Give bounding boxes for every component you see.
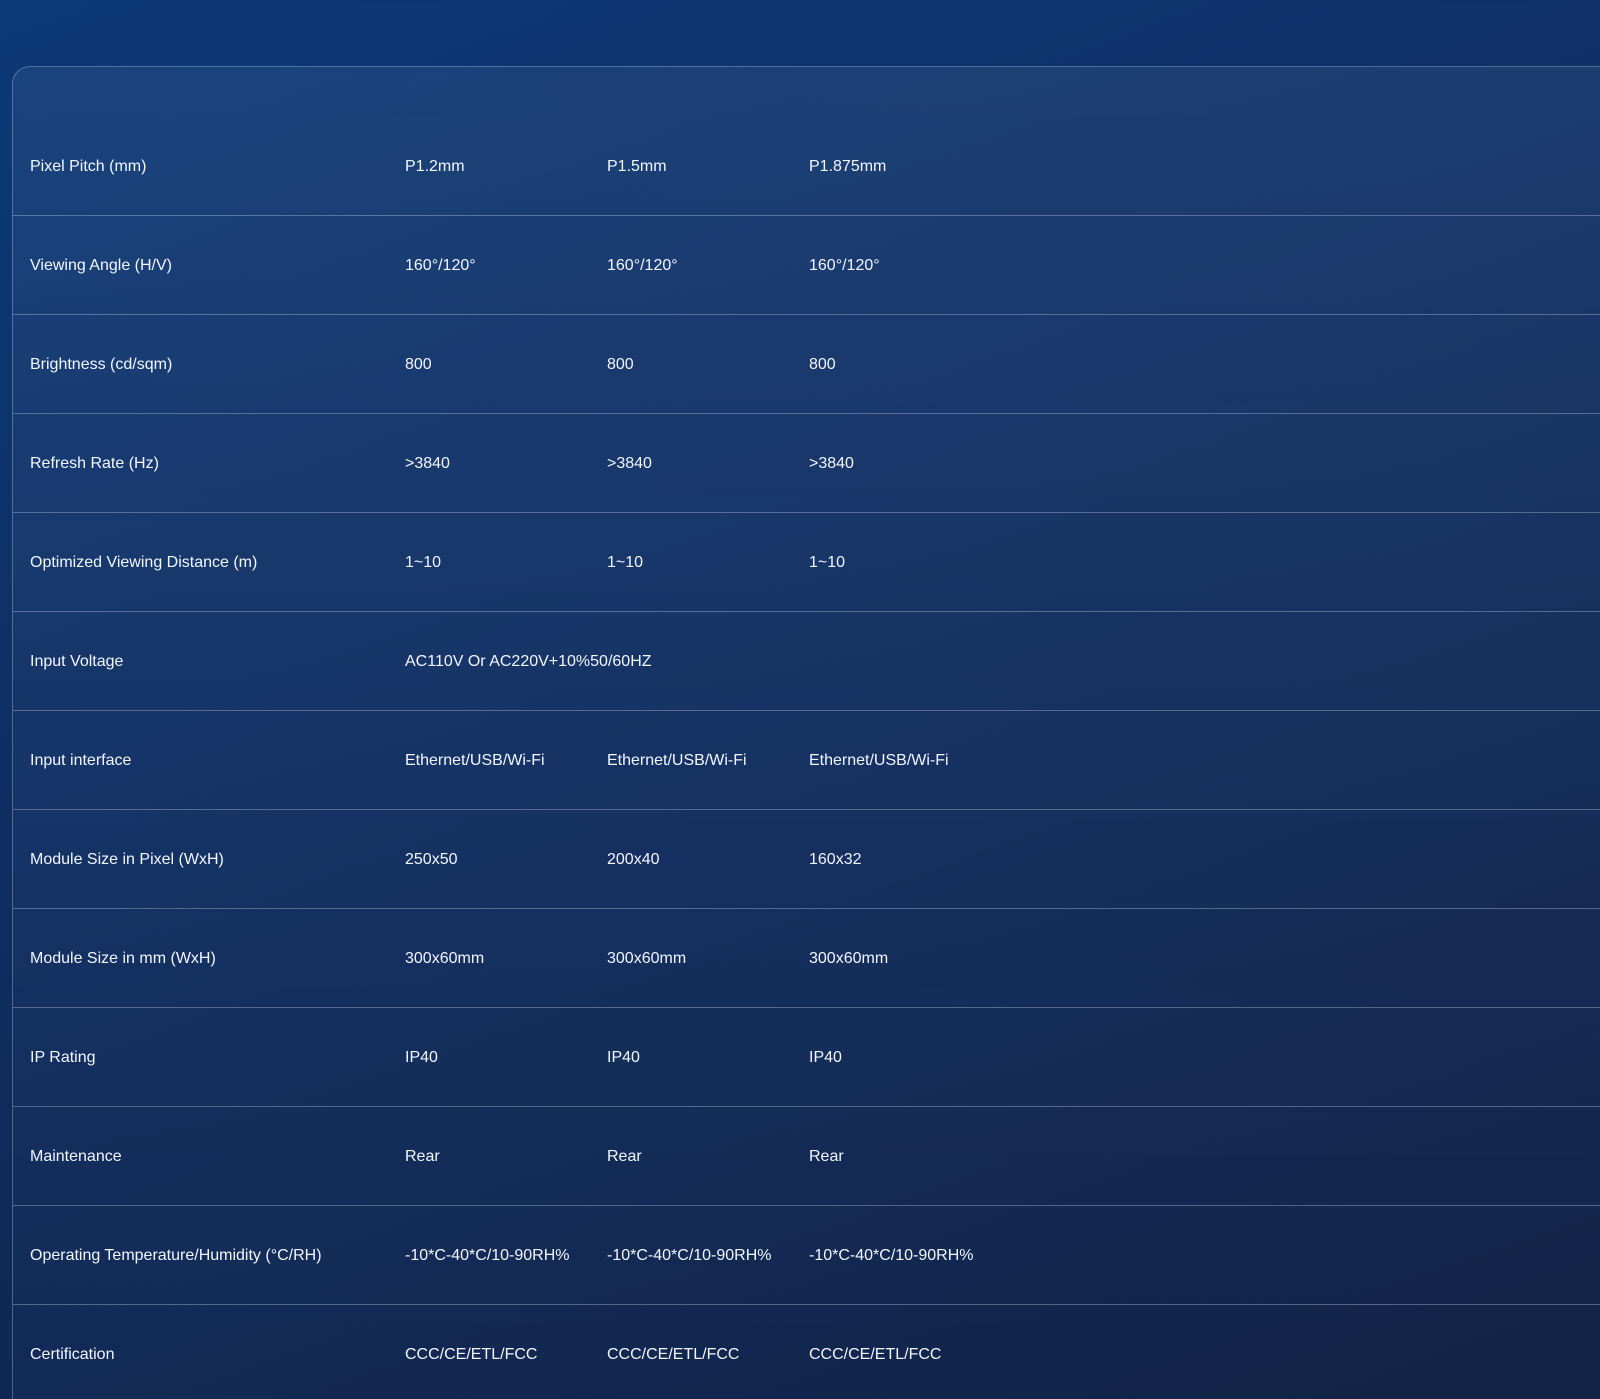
- row-value: 160°/120°: [405, 257, 476, 274]
- row-value: >3840: [405, 455, 450, 472]
- row-value: Ethernet/USB/Wi-Fi: [809, 752, 949, 769]
- row-value: -10*C-40*C/10-90RH%: [405, 1247, 570, 1264]
- table-row: Module Size in mm (WxH) 300x60mm 300x60m…: [13, 909, 1600, 1008]
- table-row: Refresh Rate (Hz) >3840 >3840 >3840: [13, 414, 1600, 513]
- row-label: Input interface: [30, 752, 132, 769]
- row-value: Rear: [405, 1148, 440, 1165]
- row-label: Module Size in mm (WxH): [30, 950, 216, 967]
- spec-table: Pixel Pitch (mm) P1.2mm P1.5mm P1.875mm …: [13, 117, 1600, 1399]
- row-value: AC110V Or AC220V+10%50/60HZ: [405, 653, 652, 670]
- row-label: Optimized Viewing Distance (m): [30, 554, 258, 571]
- row-value: CCC/CE/ETL/FCC: [809, 1346, 942, 1363]
- row-value: >3840: [809, 455, 854, 472]
- row-label: Maintenance: [30, 1148, 122, 1165]
- row-value: 800: [607, 356, 634, 373]
- row-label: Input Voltage: [30, 653, 124, 670]
- row-value: 250x50: [405, 851, 458, 868]
- row-value: -10*C-40*C/10-90RH%: [809, 1247, 974, 1264]
- table-row: Viewing Angle (H/V) 160°/120° 160°/120° …: [13, 216, 1600, 315]
- table-row: Input interface Ethernet/USB/Wi-Fi Ether…: [13, 711, 1600, 810]
- row-value: Rear: [607, 1148, 642, 1165]
- table-row: Input Voltage AC110V Or AC220V+10%50/60H…: [13, 612, 1600, 711]
- row-value: 160°/120°: [607, 257, 678, 274]
- table-row: Brightness (cd/sqm) 800 800 800: [13, 315, 1600, 414]
- table-row: Operating Temperature/Humidity (°C/RH) -…: [13, 1206, 1600, 1305]
- row-value: Rear: [809, 1148, 844, 1165]
- table-row: Maintenance Rear Rear Rear: [13, 1107, 1600, 1206]
- row-value: CCC/CE/ETL/FCC: [405, 1346, 538, 1363]
- row-label: Pixel Pitch (mm): [30, 158, 147, 175]
- row-value: IP40: [607, 1049, 640, 1066]
- row-value: P1.2mm: [405, 158, 465, 175]
- row-label: Certification: [30, 1346, 115, 1363]
- row-value: -10*C-40*C/10-90RH%: [607, 1247, 772, 1264]
- row-label: Refresh Rate (Hz): [30, 455, 159, 472]
- row-value: IP40: [405, 1049, 438, 1066]
- row-value: >3840: [607, 455, 652, 472]
- row-value: 160°/120°: [809, 257, 880, 274]
- row-value: 800: [405, 356, 432, 373]
- table-row: IP Rating IP40 IP40 IP40: [13, 1008, 1600, 1107]
- table-row: Optimized Viewing Distance (m) 1~10 1~10…: [13, 513, 1600, 612]
- row-value: 160x32: [809, 851, 862, 868]
- row-label: Operating Temperature/Humidity (°C/RH): [30, 1247, 322, 1264]
- row-value: CCC/CE/ETL/FCC: [607, 1346, 740, 1363]
- spec-panel: Pixel Pitch (mm) P1.2mm P1.5mm P1.875mm …: [12, 66, 1600, 1399]
- row-value: 300x60mm: [607, 950, 687, 967]
- table-row: Certification CCC/CE/ETL/FCC CCC/CE/ETL/…: [13, 1305, 1600, 1399]
- row-value: 1~10: [405, 554, 442, 571]
- row-value: P1.875mm: [809, 158, 887, 175]
- row-value: 300x60mm: [809, 950, 889, 967]
- table-row: Module Size in Pixel (WxH) 250x50 200x40…: [13, 810, 1600, 909]
- row-label: Module Size in Pixel (WxH): [30, 851, 224, 868]
- row-label: IP Rating: [30, 1049, 96, 1066]
- row-value: P1.5mm: [607, 158, 667, 175]
- row-value: 1~10: [607, 554, 644, 571]
- row-label: Viewing Angle (H/V): [30, 257, 172, 274]
- row-value: IP40: [809, 1049, 842, 1066]
- row-label: Brightness (cd/sqm): [30, 356, 173, 373]
- row-value: 300x60mm: [405, 950, 485, 967]
- row-value: Ethernet/USB/Wi-Fi: [405, 752, 545, 769]
- row-value: Ethernet/USB/Wi-Fi: [607, 752, 747, 769]
- table-row: Pixel Pitch (mm) P1.2mm P1.5mm P1.875mm: [13, 117, 1600, 216]
- row-value: 1~10: [809, 554, 846, 571]
- row-value: 800: [809, 356, 836, 373]
- row-value: 200x40: [607, 851, 660, 868]
